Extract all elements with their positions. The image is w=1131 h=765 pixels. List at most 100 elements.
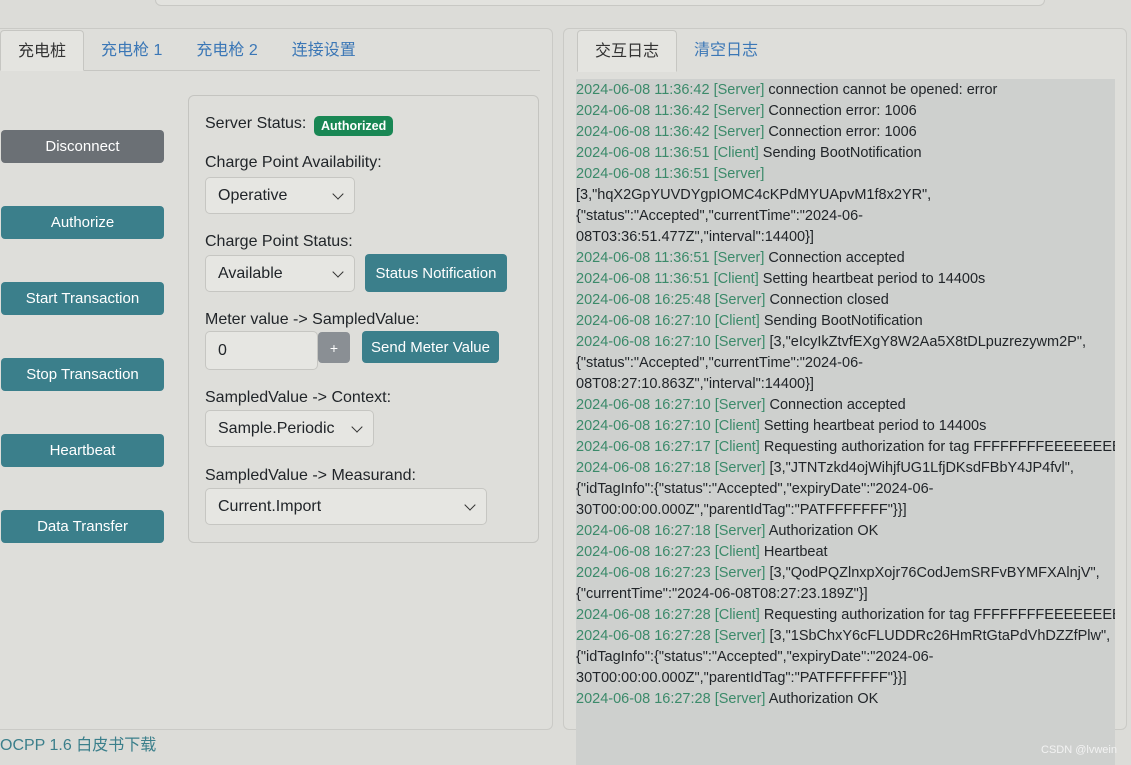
- measurand-label: SampledValue -> Measurand:: [205, 467, 416, 484]
- log-source: [Server]: [714, 628, 766, 644]
- ocpp-whitepaper-download-link[interactable]: OCPP 1.6 白皮书下载: [0, 731, 156, 755]
- log-message: Authorization OK: [768, 523, 879, 539]
- log-line: {"currentTime":"2024-06-08T08:27:23.189Z…: [576, 584, 1115, 605]
- chevron-down-icon: [332, 187, 344, 200]
- log-line: 08T03:36:51.477Z","interval":14400}]: [576, 227, 1115, 248]
- availability-select[interactable]: Operative: [205, 177, 355, 214]
- log-timestamp: 2024-06-08 11:36:51: [576, 166, 710, 182]
- log-timestamp: 2024-06-08 11:36:51: [576, 250, 710, 266]
- tab-connector-2[interactable]: 充电枪 2: [179, 30, 274, 70]
- log-message: {"status":"Accepted","currentTime":"2024…: [576, 355, 863, 371]
- meter-value-input[interactable]: 0: [205, 331, 318, 370]
- status-notification-button[interactable]: Status Notification: [365, 254, 507, 292]
- log-source: [Server]: [714, 397, 766, 413]
- log-line: 2024-06-08 16:27:23 [Client] Heartbeat: [576, 542, 1115, 563]
- log-source: [Server]: [714, 565, 766, 581]
- log-source: [Client]: [714, 544, 760, 560]
- log-line: 2024-06-08 16:27:17 [Client] Requesting …: [576, 437, 1115, 458]
- log-timestamp: 2024-06-08 16:27:28: [576, 691, 711, 707]
- log-line: 2024-06-08 11:36:51 [Client] Setting hea…: [576, 269, 1115, 290]
- log-message: Connection error: 1006: [768, 103, 917, 119]
- log-source: [Client]: [713, 145, 759, 161]
- clear-log-link[interactable]: 清空日志: [677, 30, 775, 71]
- log-line: {"idTagInfo":{"status":"Accepted","expir…: [576, 647, 1115, 668]
- log-timestamp: 2024-06-08 11:36:42: [576, 103, 710, 119]
- log-line: [3,"hqX2GpYUVDYgpIOMC4cKPdMYUApvM1f8x2YR…: [576, 185, 1115, 206]
- start-transaction-button[interactable]: Start Transaction: [1, 282, 164, 315]
- log-message: Setting heartbeat period to 14400s: [762, 271, 986, 287]
- log-message: [3,"eIcyIkZtvfEXgY8W2Aa5X8tDLpuzrezywm2P…: [769, 334, 1087, 350]
- data-transfer-button[interactable]: Data Transfer: [1, 510, 164, 543]
- log-line: 30T00:00:00.000Z","parentIdTag":"PATFFFF…: [576, 500, 1115, 521]
- log-message: 30T00:00:00.000Z","parentIdTag":"PATFFFF…: [576, 670, 907, 686]
- log-source: [Server]: [713, 250, 765, 266]
- context-select[interactable]: Sample.Periodic: [205, 410, 374, 447]
- log-timestamp: 2024-06-08 16:27:10: [576, 313, 711, 329]
- log-source: [Server]: [714, 691, 766, 707]
- log-source: [Client]: [713, 271, 759, 287]
- status-label: Charge Point Status:: [205, 233, 353, 250]
- log-timestamp: 2024-06-08 16:27:10: [576, 334, 711, 350]
- log-line: 2024-06-08 11:36:51 [Client] Sending Boo…: [576, 143, 1115, 164]
- log-line: 2024-06-08 16:27:10 [Server] Connection …: [576, 395, 1115, 416]
- send-meter-value-button[interactable]: Send Meter Value: [362, 331, 499, 363]
- log-message: [3,"QodPQZlnxpXojr76CodJemSRFvBYMFXAlnjV…: [769, 565, 1100, 581]
- log-message: Connection error: 1006: [768, 124, 917, 140]
- log-timestamp: 2024-06-08 16:27:17: [576, 439, 711, 455]
- log-message: Connection accepted: [768, 250, 905, 266]
- log-message: [3,"JTNTzkd4ojWihjfUG1LfjDKsdFBbY4JP4fvl…: [769, 460, 1074, 476]
- log-message: Connection accepted: [769, 397, 906, 413]
- log-message: Setting heartbeat period to 14400s: [763, 418, 987, 434]
- disconnect-button[interactable]: Disconnect: [1, 130, 164, 163]
- chevron-down-icon: [351, 420, 363, 433]
- log-message: {"currentTime":"2024-06-08T08:27:23.189Z…: [576, 586, 868, 602]
- heartbeat-button[interactable]: Heartbeat: [1, 434, 164, 467]
- log-source: [Client]: [714, 313, 760, 329]
- chevron-down-icon: [464, 498, 476, 511]
- log-source: [Server]: [714, 523, 766, 539]
- log-source: [Server]: [714, 334, 766, 350]
- log-message: connection cannot be opened: error: [768, 82, 998, 98]
- log-timestamp: 2024-06-08 16:27:28: [576, 607, 711, 623]
- interaction-log[interactable]: 2024-06-08 11:36:42 [Server] connection …: [576, 79, 1115, 765]
- log-timestamp: 2024-06-08 16:27:23: [576, 565, 711, 581]
- log-timestamp: 2024-06-08 16:27:18: [576, 523, 711, 539]
- log-timestamp: 2024-06-08 11:36:51: [576, 271, 710, 287]
- tab-interaction-log[interactable]: 交互日志: [577, 30, 678, 72]
- tab-connector-1[interactable]: 充电枪 1: [84, 30, 179, 70]
- log-timestamp: 2024-06-08 16:27:10: [576, 418, 711, 434]
- log-line: 2024-06-08 11:36:51 [Server]: [576, 164, 1115, 185]
- measurand-select[interactable]: Current.Import: [205, 488, 487, 525]
- log-line: {"idTagInfo":{"status":"Accepted","expir…: [576, 479, 1115, 500]
- log-message: {"idTagInfo":{"status":"Accepted","expir…: [576, 481, 934, 497]
- log-line: 2024-06-08 11:36:42 [Server] connection …: [576, 80, 1115, 101]
- log-timestamp: 2024-06-08 16:27:23: [576, 544, 711, 560]
- log-line: 30T00:00:00.000Z","parentIdTag":"PATFFFF…: [576, 668, 1115, 689]
- log-message: {"status":"Accepted","currentTime":"2024…: [576, 208, 863, 224]
- log-line: {"status":"Accepted","currentTime":"2024…: [576, 353, 1115, 374]
- log-message: Authorization OK: [768, 691, 879, 707]
- tab-charge-point[interactable]: 充电桩: [0, 30, 85, 71]
- log-line: 08T08:27:10.863Z","interval":14400}]: [576, 374, 1115, 395]
- authorize-button[interactable]: Authorize: [1, 206, 164, 239]
- log-line: 2024-06-08 11:36:42 [Server] Connection …: [576, 122, 1115, 143]
- log-line: 2024-06-08 16:27:28 [Server] Authorizati…: [576, 689, 1115, 710]
- log-message: Sending BootNotification: [762, 145, 922, 161]
- server-status-label: Server Status:: [205, 115, 307, 132]
- log-source: [Server]: [713, 124, 765, 140]
- log-line: 2024-06-08 16:27:18 [Server] [3,"JTNTzkd…: [576, 458, 1115, 479]
- log-message: Requesting authorization for tag FFFFFFF…: [763, 439, 1115, 455]
- log-timestamp: 2024-06-08 11:36:42: [576, 82, 710, 98]
- status-select[interactable]: Available: [205, 255, 355, 292]
- stop-transaction-button[interactable]: Stop Transaction: [1, 358, 164, 391]
- status-value: Available: [218, 264, 283, 282]
- availability-label: Charge Point Availability:: [205, 154, 382, 171]
- meter-value-label: Meter value -> SampledValue:: [205, 311, 420, 328]
- tab-connection-settings[interactable]: 连接设置: [275, 30, 373, 70]
- log-timestamp: 2024-06-08 16:27:28: [576, 628, 711, 644]
- log-line: 2024-06-08 16:27:10 [Client] Setting hea…: [576, 416, 1115, 437]
- log-line: 2024-06-08 16:27:23 [Server] [3,"QodPQZl…: [576, 563, 1115, 584]
- log-message: [3,"1SbChxY6cFLUDDRc26HmRtGtaPdVhDZZfPlw…: [769, 628, 1111, 644]
- increment-button[interactable]: +: [318, 332, 350, 363]
- log-timestamp: 2024-06-08 16:25:48: [576, 292, 711, 308]
